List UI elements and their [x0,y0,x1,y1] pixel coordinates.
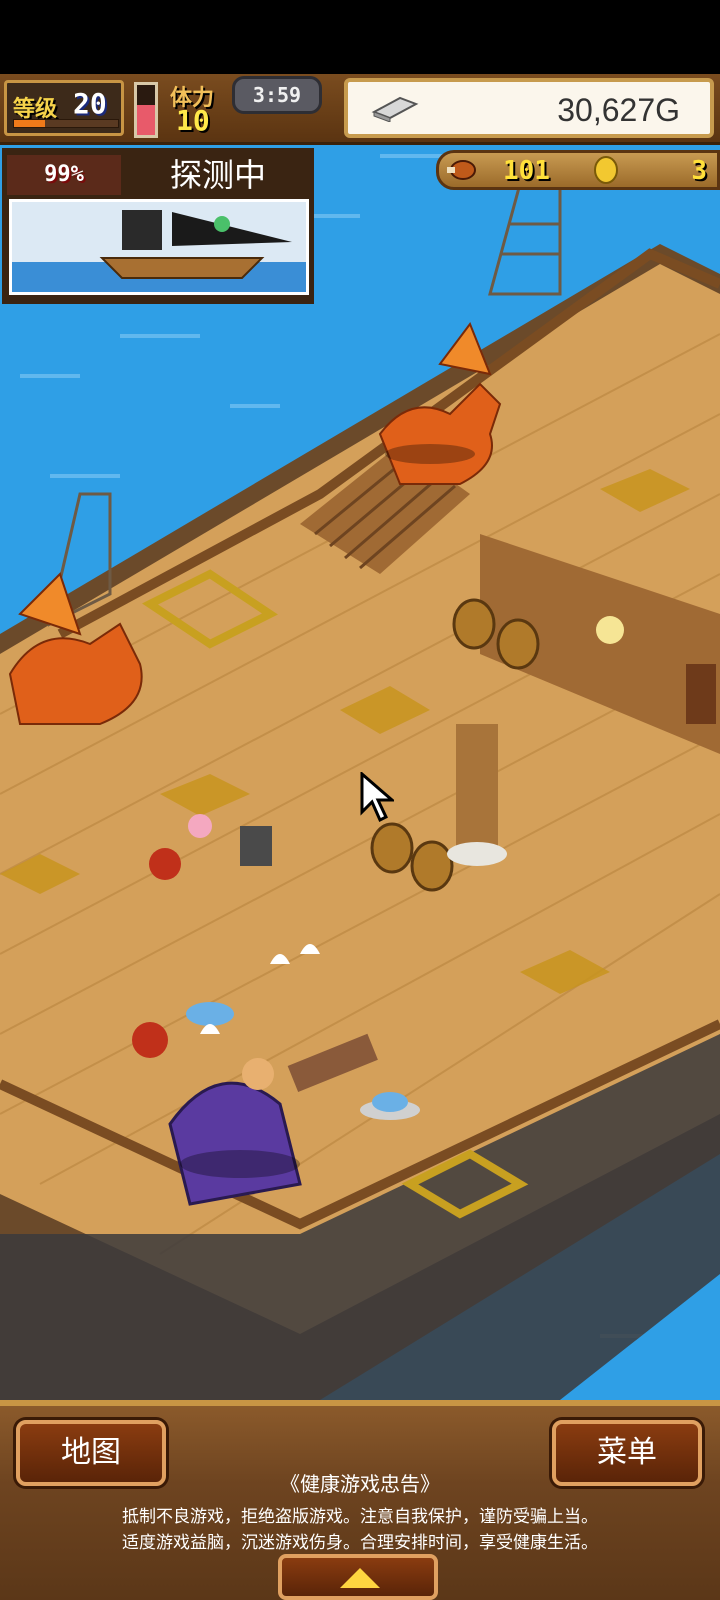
gold-value: 30,627G [557,92,680,128]
exp-bar [13,119,119,128]
airship-icon [12,210,306,292]
explore-ship-view [9,199,309,295]
health-notice-title: 《健康游戏忠告》 [280,1472,440,1496]
meat-icon [447,160,476,180]
top-hud: 等级 20 体力 10 3:59 30,627G [0,74,720,145]
stamina-timer: 3:59 [232,76,322,114]
explore-status: 探测中 [125,155,311,195]
status-bar [0,0,720,74]
health-notice-line: 适度游戏益脑，沉迷游戏伤身。合理安排时间，享受健康生活。 [122,1533,598,1553]
gold-panel: 30,627G [344,78,714,138]
explore-percent: 99% [7,155,121,195]
stamina-value: 10 [176,104,210,137]
pointer-cursor-icon [360,772,394,823]
coin-value: 3 [691,156,707,186]
expand-button[interactable] [278,1554,438,1600]
silver-bar-icon [371,96,419,122]
explore-box[interactable]: 99% 探测中 [2,148,314,304]
coin-icon [594,156,618,184]
resource-panel: 101 3 [436,150,720,190]
bottom-panel: 地图 菜单 《健康游戏忠告》 抵制不良游戏，拒绝盗版游戏。注意自我保护，谨防受骗… [0,1400,720,1600]
main-mast [456,724,498,854]
stamina-bar [134,82,158,138]
food-value: 101 [503,156,550,186]
level-value: 20 [73,87,107,120]
level-box: 等级 20 [4,80,124,136]
exp-bar-fill [14,120,46,127]
stamina-bar-fill [137,105,155,135]
health-notice-line: 抵制不良游戏，拒绝盗版游戏。注意自我保护，谨防受骗上当。 [122,1507,598,1527]
arrow-up-icon [340,1568,380,1588]
